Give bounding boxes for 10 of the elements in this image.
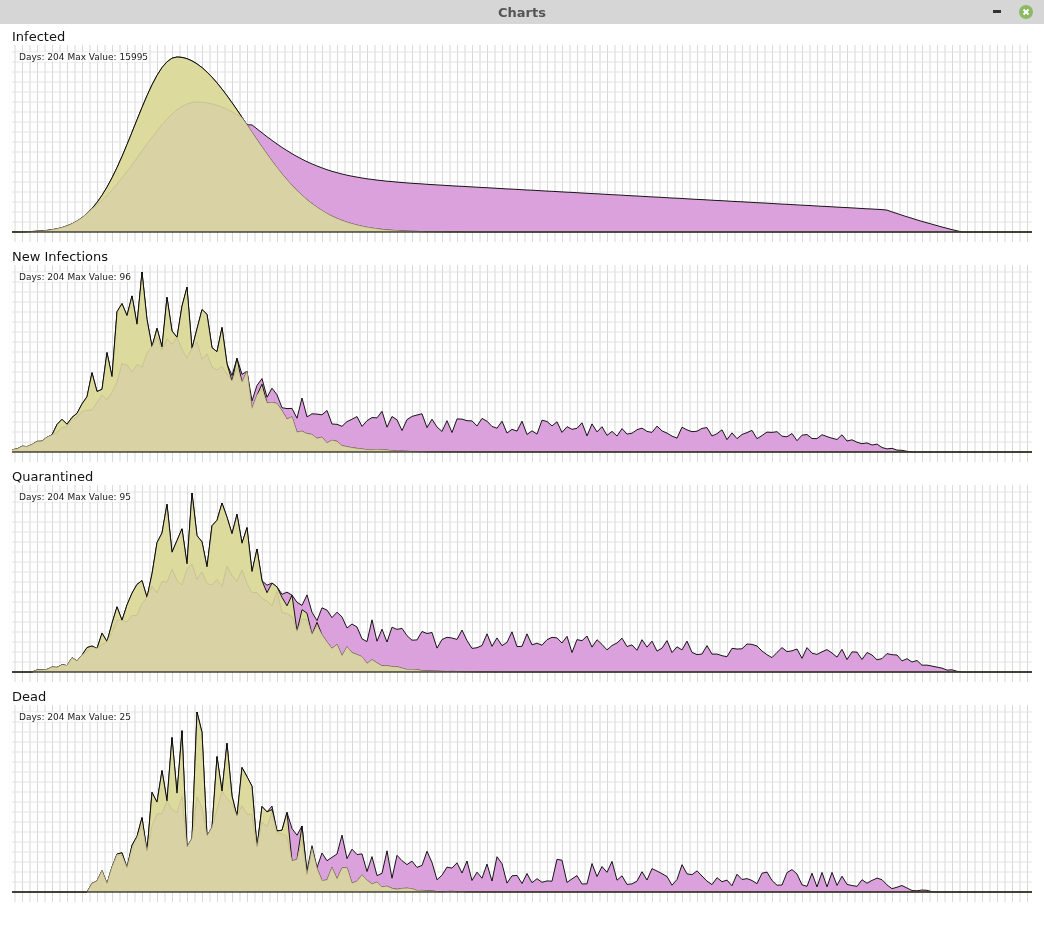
chart-info-label: Days: 204 Max Value: 25 bbox=[19, 712, 131, 722]
window-title: Charts bbox=[498, 4, 546, 20]
chart-title: Infected bbox=[12, 28, 67, 45]
close-icon[interactable] bbox=[1019, 5, 1033, 19]
chart-info-label: Days: 204 Max Value: 15995 bbox=[19, 52, 149, 62]
chart-title: Dead bbox=[12, 688, 48, 705]
chart-title: Quarantined bbox=[12, 468, 95, 485]
chart-title: New Infections bbox=[12, 248, 109, 265]
chart-info-label: Days: 204 Max Value: 96 bbox=[19, 272, 131, 282]
chart-info-label: Days: 204 Max Value: 95 bbox=[19, 492, 131, 502]
